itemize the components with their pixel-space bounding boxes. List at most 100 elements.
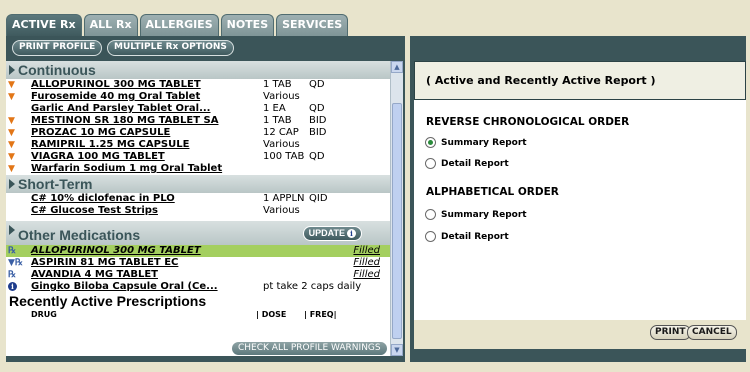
bottom-bar — [0, 362, 750, 372]
drug-name-link[interactable]: ASPIRIN 81 MG TABLET EC — [31, 257, 178, 269]
drug-name-link[interactable]: Furosemide 40 mg Oral Tablet — [31, 91, 200, 103]
option-alpha-detail[interactable]: Detail Report — [425, 231, 509, 243]
report-title: ( Active and Recently Active Report ) — [414, 61, 746, 100]
scroll-down-icon[interactable]: ▼ — [391, 344, 403, 356]
check-all-profile-warnings-button[interactable]: CHECK ALL PROFILE WARNINGS — [231, 341, 388, 356]
section-short-term[interactable]: Short-Term — [6, 175, 390, 193]
warning-rx-icon: ▼℞ — [8, 258, 23, 268]
dose: Various — [263, 91, 300, 102]
drug-name-link[interactable]: RAMIPRIL 1.25 MG CAPSULE — [31, 139, 189, 151]
dose: 1 TAB — [263, 115, 292, 126]
multiple-rx-options-button[interactable]: MULTIPLE Rx OPTIONS — [107, 40, 234, 56]
filled-status-link[interactable]: Filled — [353, 245, 380, 257]
frequency: QD — [309, 103, 325, 114]
column-header: DRUG | DOSE | FREQ| — [6, 309, 390, 321]
frequency: QID — [309, 193, 328, 204]
section-other-medications[interactable]: Other Medications UPDATE i — [6, 221, 390, 245]
drug-name-link[interactable]: Gingko Biloba Capsule Oral (Ce... — [31, 281, 218, 293]
tab-services[interactable]: SERVICES — [276, 14, 349, 36]
medication-list: Continuous ▼ ALLOPURINOL 300 MG TABLET 1 T… — [6, 61, 390, 356]
drug-name-link[interactable]: ALLOPURINOL 300 MG TABLET — [31, 79, 201, 91]
section-reverse-chronological: REVERSE CHRONOLOGICAL ORDER — [426, 116, 630, 128]
drug-name-link[interactable]: AVANDIA 4 MG TABLET — [31, 269, 158, 281]
dose: pt take 2 caps daily — [263, 281, 362, 292]
frequency: BID — [309, 127, 327, 138]
med-row[interactable]: ▼ ALLOPURINOL 300 MG TABLET 1 TAB QD — [6, 79, 390, 91]
filled-status-link[interactable]: Filled — [353, 257, 380, 269]
option-reverse-detail[interactable]: Detail Report — [425, 158, 509, 170]
report-footer: PRINT CANCEL — [414, 320, 746, 349]
cancel-button[interactable]: CANCEL — [687, 325, 737, 340]
tab-notes[interactable]: NOTES — [220, 14, 275, 36]
dose: 100 TAB — [263, 151, 305, 162]
drug-name-link[interactable]: C# Glucose Test Strips — [31, 205, 158, 217]
tab-bar: ACTIVE Rx ALL Rx ALLERGIES NOTES SERVICE… — [6, 14, 350, 36]
med-row[interactable]: ▼ VIAGRA 100 MG TABLET 100 TAB QD — [6, 151, 390, 163]
drug-name-link[interactable]: PROZAC 10 MG CAPSULE — [31, 127, 170, 139]
print-profile-button[interactable]: PRINT PROFILE — [12, 40, 103, 56]
vertical-scrollbar[interactable]: ▲ ▼ — [390, 61, 403, 356]
tab-all-rx[interactable]: ALL Rx — [83, 14, 138, 36]
filled-status-link[interactable]: Filled — [353, 269, 380, 281]
dose: 1 EA — [263, 103, 286, 114]
med-row[interactable]: ▼ RAMIPRIL 1.25 MG CAPSULE Various — [6, 139, 390, 151]
med-row[interactable]: ▼ PROZAC 10 MG CAPSULE 12 CAP BID — [6, 127, 390, 139]
dose: 1 APPLN — [263, 193, 305, 204]
med-row[interactable]: ℞ AVANDIA 4 MG TABLET Filled — [6, 269, 390, 281]
med-row[interactable]: ▼ MESTINON SR 180 MG TABLET SA 1 TAB BID — [6, 115, 390, 127]
drug-name-link[interactable]: ALLOPURINOL 300 MG TABLET — [31, 245, 201, 257]
section-recently-active: Recently Active Prescriptions — [9, 293, 207, 309]
update-label: UPDATE — [308, 228, 345, 238]
option-reverse-summary[interactable]: Summary Report — [425, 137, 527, 149]
option-label: Detail Report — [441, 232, 509, 242]
scroll-up-icon[interactable]: ▲ — [391, 61, 403, 73]
update-button[interactable]: UPDATE i — [302, 226, 362, 241]
option-label: Summary Report — [441, 210, 527, 220]
print-button[interactable]: PRINT — [650, 325, 691, 340]
tab-allergies[interactable]: ALLERGIES — [139, 14, 219, 36]
option-alpha-summary[interactable]: Summary Report — [425, 209, 527, 221]
med-row[interactable]: C# Glucose Test Strips Various — [6, 205, 390, 217]
radio-selected-icon[interactable] — [425, 137, 436, 148]
radio-icon[interactable] — [425, 231, 436, 242]
frequency: QD — [309, 79, 325, 90]
radio-icon[interactable] — [425, 209, 436, 220]
scroll-thumb[interactable] — [392, 103, 402, 339]
dose: 12 CAP — [263, 127, 299, 138]
med-row[interactable]: Garlic And Parsley Tablet Oral... 1 EA QD — [6, 103, 390, 115]
warning-triangle-icon: ▼ — [8, 152, 15, 162]
info-icon: i — [8, 282, 17, 291]
med-row[interactable]: C# 10% diclofenac in PLO 1 APPLN QID — [6, 193, 390, 205]
option-label: Summary Report — [441, 138, 527, 148]
dose: 1 TAB — [263, 79, 292, 90]
warning-triangle-icon: ▼ — [8, 92, 15, 102]
warning-triangle-icon: ▼ — [8, 80, 15, 90]
option-label: Detail Report — [441, 159, 509, 169]
warning-triangle-icon: ▼ — [8, 164, 15, 174]
med-row[interactable]: i Gingko Biloba Capsule Oral (Ce... pt tak… — [6, 281, 390, 293]
drug-name-link[interactable]: Warfarin Sodium 1 mg Oral Tablet — [31, 163, 222, 175]
tab-active-rx[interactable]: ACTIVE Rx — [6, 14, 82, 36]
radio-icon[interactable] — [425, 158, 436, 169]
report-options: REVERSE CHRONOLOGICAL ORDER Summary Repo… — [414, 100, 746, 320]
med-row[interactable]: ▼ Furosemide 40 mg Oral Tablet Various — [6, 91, 390, 103]
drug-name-link[interactable]: MESTINON SR 180 MG TABLET SA — [31, 115, 218, 127]
warning-triangle-icon: ▼ — [8, 128, 15, 138]
frequency: BID — [309, 115, 327, 126]
info-icon: i — [347, 229, 356, 238]
med-row[interactable]: ▼ Warfarin Sodium 1 mg Oral Tablet — [6, 163, 390, 175]
rx-icon: ℞ — [8, 270, 17, 280]
drug-name-link[interactable]: VIAGRA 100 MG TABLET — [31, 151, 165, 163]
rx-icon: ℞ — [8, 246, 17, 256]
warning-triangle-icon: ▼ — [8, 116, 15, 126]
section-alphabetical: ALPHABETICAL ORDER — [426, 186, 559, 198]
dose: Various — [263, 139, 300, 150]
section-continuous[interactable]: Continuous — [6, 61, 390, 79]
med-row[interactable]: ▼℞ ASPIRIN 81 MG TABLET EC Filled — [6, 257, 390, 269]
med-row[interactable]: ℞ ALLOPURINOL 300 MG TABLET Filled — [6, 245, 390, 257]
drug-name-link[interactable]: Garlic And Parsley Tablet Oral... — [31, 103, 210, 115]
section-other-label: Other Medications — [18, 227, 141, 243]
medication-profile-panel: PRINT PROFILE MULTIPLE Rx OPTIONS Contin… — [6, 36, 405, 362]
drug-name-link[interactable]: C# 10% diclofenac in PLO — [31, 193, 175, 205]
info-icon-cell: i — [8, 281, 30, 293]
